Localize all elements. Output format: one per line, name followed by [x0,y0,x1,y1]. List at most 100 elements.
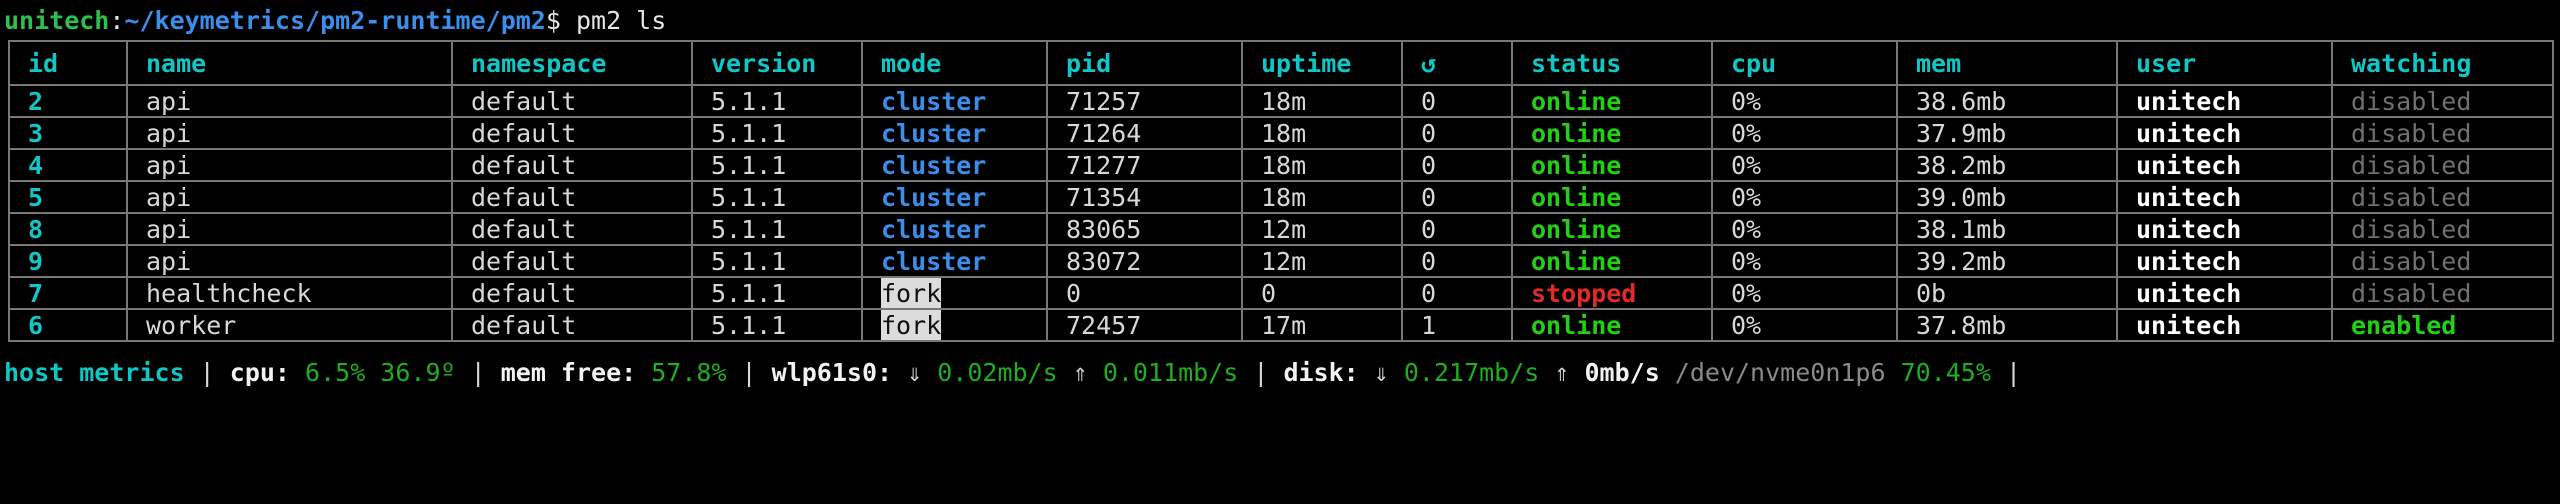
cell-mem: 38.2mb [1896,148,2118,182]
value-pid: 72457 [1066,310,1142,340]
value-restart: 1 [1421,310,1437,340]
metrics-separator-3: | [726,357,772,387]
metrics-separator-1: | [184,357,230,387]
value-pid: 83072 [1066,246,1142,276]
value-name: api [146,246,192,276]
value-pid: 71257 [1066,86,1142,116]
cell-namespace: default [451,308,693,342]
table-row: 4 api default 5.1.1 cluster 71277 18m 0 online 0%… [8,148,2554,182]
cell-name: api [126,84,453,118]
cell-uptime: 18m [1241,180,1403,214]
cell-name: api [126,148,453,182]
cell-mem: 37.9mb [1896,116,2118,150]
value-watching: disabled [2351,278,2472,308]
cell-mem: 37.8mb [1896,308,2118,342]
value-name: worker [146,310,237,340]
value-namespace: default [471,118,577,148]
cell-namespace: default [451,148,693,182]
mem-free-label: mem free: [500,357,652,387]
host-metrics-bar: host metrics | cpu: 6.5% 36.9º | mem fre… [0,350,2560,394]
value-restart: 0 [1421,182,1437,212]
column-header-cpu: cpu [1711,40,1898,86]
cell-pid: 83065 [1046,212,1243,246]
value-user: unitech [2136,182,2242,212]
table-row: 3 api default 5.1.1 cluster 71264 18m 0 online 0%… [8,116,2554,150]
cell-cpu: 0% [1711,180,1898,214]
value-user: unitech [2136,118,2242,148]
cell-namespace: default [451,116,693,150]
disk-write-arrow-icon: ⇑ [1539,357,1585,387]
value-namespace: default [471,246,577,276]
cell-mode: fork [861,308,1048,342]
cell-uptime: 0 [1241,276,1403,310]
cell-version: 5.1.1 [691,148,863,182]
disk-read-value: 0.217mb/s [1403,357,1540,387]
cell-pid: 71257 [1046,84,1243,118]
value-version: 5.1.1 [711,246,787,276]
cell-id: 2 [8,84,128,118]
cell-status: online [1511,244,1713,278]
value-mode: cluster [881,118,987,148]
cell-user: unitech [2116,276,2333,310]
value-user: unitech [2136,214,2242,244]
restart-icon: ↺ [1401,40,1513,86]
value-namespace: default [471,310,577,340]
cell-uptime: 18m [1241,84,1403,118]
cell-version: 5.1.1 [691,244,863,278]
table-row: 2 api default 5.1.1 cluster 71257 18m 0 online 0%… [8,84,2554,118]
value-status: stopped [1531,278,1637,308]
cell-cpu: 0% [1711,148,1898,182]
value-status: online [1531,150,1622,180]
value-pid: 71354 [1066,182,1142,212]
value-pid: 83065 [1066,214,1142,244]
cell-user: unitech [2116,84,2333,118]
value-uptime: 18m [1261,150,1307,180]
value-status: online [1531,310,1622,340]
cell-mode: fork [861,276,1048,310]
cell-pid: 83072 [1046,244,1243,278]
cell-mem: 38.1mb [1896,212,2118,246]
cell-cpu: 0% [1711,212,1898,246]
cell-mode: cluster [861,84,1048,118]
value-mem: 38.6mb [1916,86,2007,116]
cell-uptime: 18m [1241,148,1403,182]
value-id: 6 [28,310,44,340]
value-restart: 0 [1421,246,1437,276]
value-cpu: 0% [1731,310,1762,340]
disk-write-value: 0mb/s [1584,357,1660,387]
cell-restart: 0 [1401,276,1513,310]
cell-cpu: 0% [1711,244,1898,278]
value-name: api [146,118,192,148]
table-row: 8 api default 5.1.1 cluster 83065 12m 0 online 0%… [8,212,2554,246]
cell-version: 5.1.1 [691,276,863,310]
cell-id: 5 [8,180,128,214]
cell-restart: 0 [1401,84,1513,118]
prompt-colon: : [109,5,125,35]
cell-restart: 0 [1401,244,1513,278]
value-user: unitech [2136,86,2242,116]
cell-name: api [126,212,453,246]
value-watching: disabled [2351,214,2472,244]
cell-watching: disabled [2331,116,2554,150]
value-version: 5.1.1 [711,182,787,212]
cell-namespace: default [451,212,693,246]
value-version: 5.1.1 [711,86,787,116]
value-mem: 38.2mb [1916,150,2007,180]
value-id: 2 [28,86,44,116]
cell-user: unitech [2116,244,2333,278]
cell-restart: 1 [1401,308,1513,342]
value-cpu: 0% [1731,86,1762,116]
cell-id: 3 [8,116,128,150]
column-header-mem: mem [1896,40,2118,86]
value-uptime: 18m [1261,86,1307,116]
value-mem: 0b [1916,278,1947,308]
cell-uptime: 12m [1241,212,1403,246]
value-restart: 0 [1421,118,1437,148]
network-upload-value: 0.011mb/s [1102,357,1239,387]
table-row: 5 api default 5.1.1 cluster 71354 18m 0 online 0%… [8,180,2554,214]
column-header-user: user [2116,40,2333,86]
value-uptime: 18m [1261,118,1307,148]
column-header-name: name [126,40,453,86]
value-id: 8 [28,214,44,244]
cell-mode: cluster [861,212,1048,246]
